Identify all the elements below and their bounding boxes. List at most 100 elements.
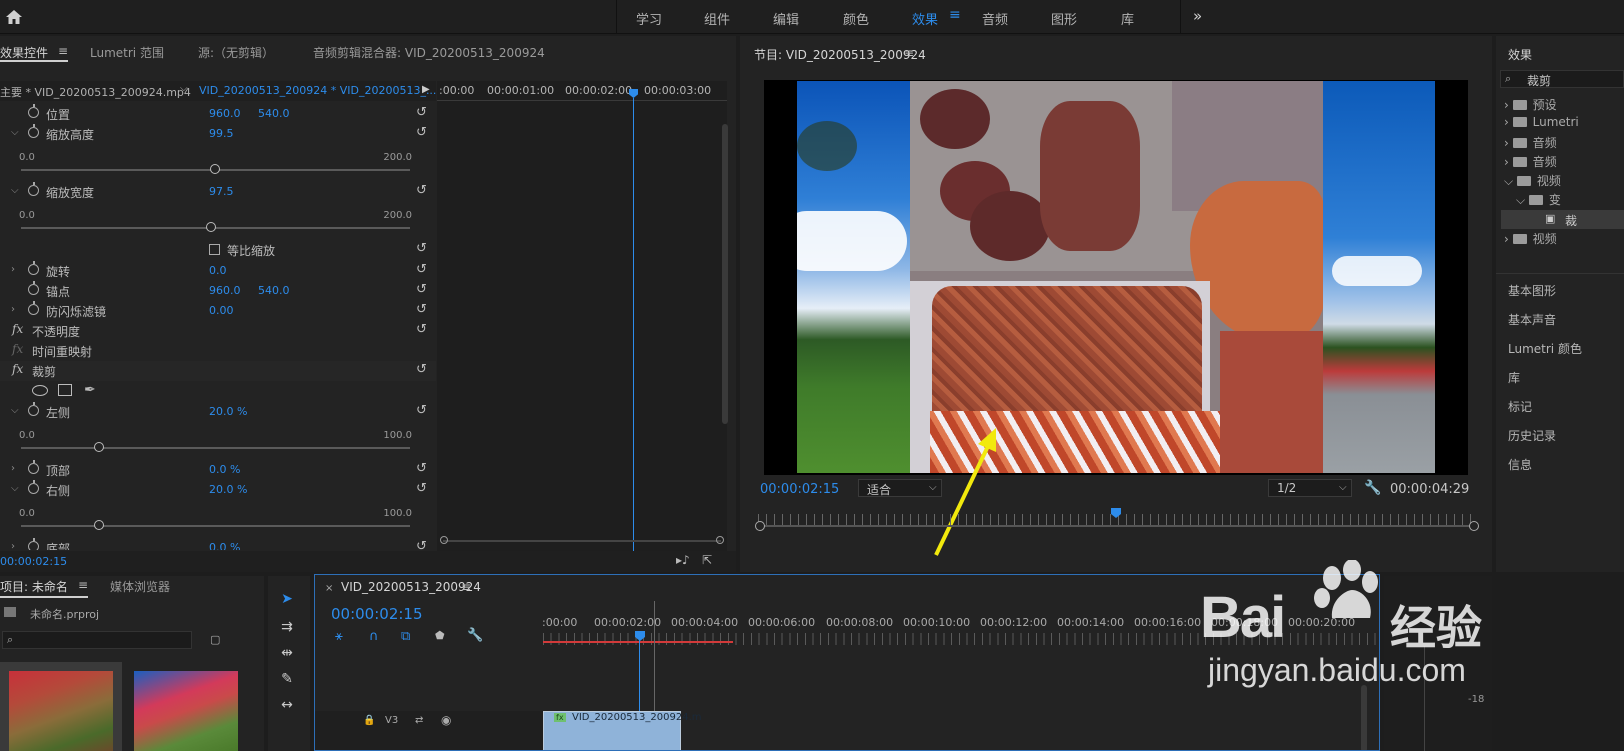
add-marker-icon[interactable]: ⬟ — [435, 629, 445, 642]
overflow-chevron-icon[interactable]: » — [1193, 7, 1202, 25]
workspace-tab-audio[interactable]: 音频 — [982, 9, 1008, 28]
workspace-tab-learn[interactable]: 学习 — [636, 9, 662, 28]
tree-item[interactable]: › 音频 — [1504, 153, 1557, 170]
tab-audio-clip-mixer[interactable]: 音频剪辑混合器: VID_20200513_200924 — [313, 44, 545, 61]
reset-icon[interactable]: ↺ — [416, 323, 429, 336]
tab-lumetri-scopes[interactable]: Lumetri 范围 — [90, 44, 164, 61]
timeline-clip[interactable]: fx VID_20200513_200924.m — [543, 711, 701, 750]
stopwatch-icon[interactable] — [28, 261, 39, 275]
effect-label[interactable]: 时间重映射 — [32, 343, 92, 360]
close-icon[interactable]: × — [325, 583, 333, 594]
panel-history[interactable]: 历史记录 — [1508, 427, 1556, 444]
stopwatch-icon[interactable] — [28, 124, 39, 138]
zoom-fit-select[interactable]: 适合 ⌵ — [858, 479, 942, 497]
pen-mask-icon[interactable]: ✒ — [84, 382, 96, 398]
expand-chevron-icon[interactable]: ⌵ — [11, 405, 19, 416]
tree-item[interactable]: ⌵ 视频 — [1504, 172, 1561, 189]
tree-item[interactable]: › 音频 — [1504, 134, 1557, 151]
lock-icon[interactable]: 🔒 — [363, 715, 375, 726]
sync-lock-icon[interactable]: ⇄ — [415, 715, 423, 726]
anchor-x-value[interactable]: 960.0 — [209, 284, 241, 297]
play-triangle-icon[interactable]: ▶ — [422, 84, 430, 95]
scrub-start-handle[interactable] — [755, 521, 765, 531]
tab-media-browser[interactable]: 媒体浏览器 — [110, 578, 170, 595]
expand-chevron-icon[interactable]: ⌵ — [11, 127, 19, 138]
tree-item[interactable]: › 视频 — [1504, 230, 1557, 247]
expand-chevron-icon[interactable]: › — [11, 264, 15, 275]
tree-item[interactable]: › Lumetri — [1504, 115, 1579, 129]
anchor-y-value[interactable]: 540.0 — [258, 284, 290, 297]
slider-knob[interactable] — [205, 222, 216, 232]
slider-knob[interactable] — [93, 520, 104, 530]
menu-icon[interactable]: ≡ — [949, 7, 961, 23]
snap-magnet-icon[interactable]: ∩ — [369, 629, 379, 644]
workspace-tab-color[interactable]: 颜色 — [843, 9, 869, 28]
program-monitor-title[interactable]: 节目: VID_20200513_200924 — [754, 46, 926, 63]
filter-audio-icon[interactable]: ▸♪ — [676, 553, 690, 567]
vertical-scrollbar[interactable] — [722, 124, 728, 424]
effects-panel-title[interactable]: 效果 — [1508, 46, 1532, 63]
panel-libraries[interactable]: 库 — [1508, 369, 1520, 386]
home-icon[interactable] — [5, 8, 23, 26]
reset-icon[interactable]: ↺ — [416, 303, 429, 316]
tree-item[interactable]: ⌵ 变 — [1516, 191, 1561, 208]
clip-thumbnail[interactable] — [134, 671, 238, 751]
reset-icon[interactable]: ↺ — [416, 184, 429, 197]
tree-item[interactable]: › 预设 — [1504, 96, 1557, 113]
crop-bottom-value[interactable]: 0.0 % — [209, 541, 240, 550]
position-x-value[interactable]: 960.0 — [209, 107, 241, 120]
reset-icon[interactable]: ↺ — [416, 540, 429, 550]
wrench-icon[interactable]: 🔧 — [467, 628, 483, 643]
workspace-tab-effects[interactable]: 效果 — [912, 9, 938, 28]
timeline-timecode[interactable]: 00:00:02:15 — [331, 605, 423, 623]
rotation-value[interactable]: 0.0 — [209, 264, 227, 277]
stopwatch-icon[interactable] — [28, 104, 39, 118]
chevron-down-icon[interactable]: ⌵ — [180, 83, 188, 94]
timeline-title[interactable]: VID_20200513_200924 — [341, 580, 481, 594]
razor-tool-icon[interactable]: ✎ — [276, 668, 298, 690]
expand-chevron-icon[interactable]: ⌵ — [11, 185, 19, 196]
panel-lumetri-color[interactable]: Lumetri 颜色 — [1508, 340, 1582, 357]
slider-knob[interactable] — [93, 442, 104, 452]
ellipse-mask-icon[interactable] — [32, 385, 48, 396]
effects-search-input[interactable]: ⌕ 裁剪 — [1500, 70, 1624, 88]
crop-top-value[interactable]: 0.0 % — [209, 463, 240, 476]
slider-track[interactable] — [21, 447, 410, 449]
stopwatch-icon[interactable] — [28, 538, 39, 550]
stopwatch-icon[interactable] — [28, 182, 39, 196]
stopwatch-icon[interactable] — [28, 480, 39, 494]
reset-icon[interactable]: ↺ — [416, 106, 429, 119]
reset-icon[interactable]: ↺ — [416, 404, 429, 417]
panel-menu-icon[interactable]: ≡ — [58, 44, 68, 58]
clip-thumbnail-selected[interactable] — [0, 662, 122, 751]
panel-markers[interactable]: 标记 — [1508, 398, 1532, 415]
tree-item-selected[interactable]: ▣ 裁 — [1501, 210, 1624, 229]
anti-flicker-value[interactable]: 0.00 — [209, 304, 234, 317]
scale-width-value[interactable]: 97.5 — [209, 185, 234, 198]
nest-icon[interactable]: ⚹ — [335, 629, 343, 644]
reset-icon[interactable]: ↺ — [416, 283, 429, 296]
reset-icon[interactable]: ↺ — [416, 126, 429, 139]
master-clip-label[interactable]: 主要 * VID_20200513_200924.mp4 — [0, 84, 191, 100]
workspace-tab-editing[interactable]: 编辑 — [773, 9, 799, 28]
effect-label[interactable]: 裁剪 — [32, 363, 56, 380]
export-icon[interactable]: ⇱ — [702, 553, 712, 567]
reset-icon[interactable]: ↺ — [416, 462, 429, 475]
tab-project[interactable]: 项目: 未命名 — [0, 578, 68, 595]
position-y-value[interactable]: 540.0 — [258, 107, 290, 120]
effect-timeline[interactable]: :00:00 00:00:01:00 00:00:02:00 00:00:03:… — [437, 81, 727, 572]
scrub-end-handle[interactable] — [1469, 521, 1479, 531]
fx-icon[interactable]: fx — [12, 322, 23, 336]
selection-tool-icon[interactable]: ➤ — [276, 588, 298, 610]
scrub-bar[interactable] — [758, 525, 1474, 527]
program-timecode[interactable]: 00:00:02:15 — [760, 482, 839, 497]
workspace-tab-libraries[interactable]: 库 — [1121, 9, 1134, 28]
panel-menu-icon[interactable]: ≡ — [461, 580, 471, 594]
panel-info[interactable]: 信息 — [1508, 456, 1532, 473]
expand-chevron-icon[interactable]: › — [11, 304, 15, 315]
panel-menu-icon[interactable]: ≡ — [904, 46, 914, 60]
panel-menu-icon[interactable]: ≡ — [78, 578, 88, 592]
crop-right-value[interactable]: 20.0 % — [209, 483, 247, 496]
stopwatch-icon[interactable] — [28, 402, 39, 416]
slider-track[interactable] — [21, 525, 410, 527]
